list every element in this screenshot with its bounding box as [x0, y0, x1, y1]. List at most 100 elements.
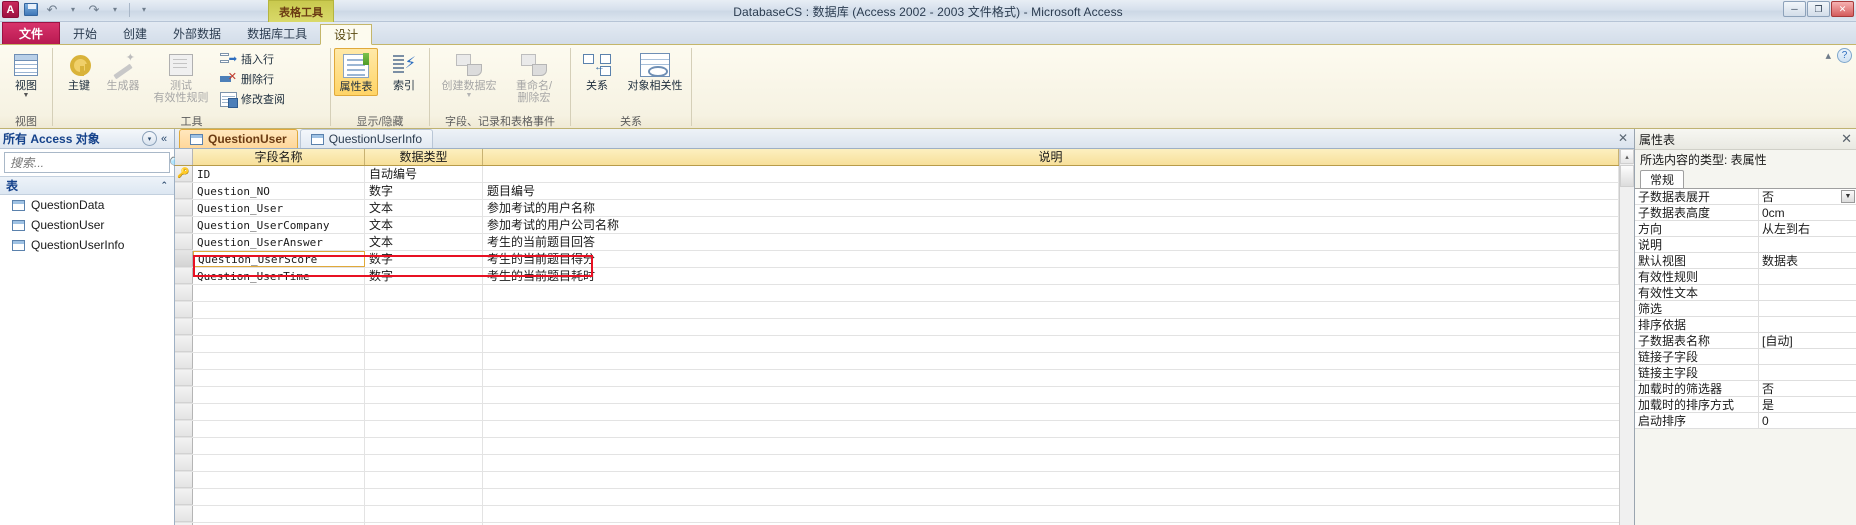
empty-row[interactable] [175, 336, 1619, 353]
property-value[interactable]: 从左到右 [1759, 221, 1856, 236]
modify-lookups-button[interactable]: 修改查阅 [217, 89, 290, 109]
cell-description[interactable]: 考生的当前题目回答 [483, 234, 1619, 250]
empty-row[interactable] [175, 438, 1619, 455]
table-row-selected[interactable]: Question_UserScore 数字 考生的当前题目得分 [175, 251, 1619, 268]
table-row[interactable]: Question_NO 数字 题目编号 [175, 183, 1619, 200]
row-selector[interactable] [175, 200, 193, 216]
property-row[interactable]: 子数据表展开 否 ▼ [1635, 189, 1856, 205]
empty-row[interactable] [175, 404, 1619, 421]
tab-external-data[interactable]: 外部数据 [160, 23, 234, 44]
cell-field-name[interactable]: Question_UserCompany [193, 217, 365, 233]
delete-rows-button[interactable]: ✕ 删除行 [217, 69, 290, 89]
create-data-macros-dropdown-icon[interactable]: ▼ [466, 92, 473, 99]
view-button[interactable]: 视图 ▼ [4, 48, 48, 101]
cell-description[interactable]: 参加考试的用户公司名称 [483, 217, 1619, 233]
navigation-pane-collapse-icon[interactable]: « [157, 133, 171, 145]
property-value[interactable] [1759, 349, 1856, 364]
tab-general[interactable]: 常规 [1640, 170, 1685, 188]
property-value[interactable]: 是 [1759, 397, 1856, 412]
property-value[interactable] [1759, 365, 1856, 380]
cell-field-name[interactable]: Question_NO [193, 183, 365, 199]
property-row[interactable]: 链接子字段 [1635, 349, 1856, 365]
relationships-button[interactable]: ← 关系 [575, 48, 619, 94]
maximize-button[interactable]: ❐ [1807, 1, 1830, 17]
help-icon[interactable]: ? [1837, 48, 1852, 63]
cell-data-type[interactable]: 文本 [365, 200, 483, 216]
minimize-button[interactable]: ─ [1783, 1, 1806, 17]
cell-data-type[interactable]: 自动编号 [365, 166, 483, 182]
close-document-icon[interactable]: ✕ [1618, 131, 1628, 145]
empty-row[interactable] [175, 370, 1619, 387]
property-row[interactable]: 链接主字段 [1635, 365, 1856, 381]
empty-row[interactable] [175, 353, 1619, 370]
property-value[interactable] [1759, 301, 1856, 316]
cell-field-name[interactable]: Question_User [193, 200, 365, 216]
table-row[interactable]: Question_UserCompany 文本 参加考试的用户公司名称 [175, 217, 1619, 234]
search-input[interactable] [8, 154, 169, 171]
create-data-macros-button[interactable]: 创建数据宏 ▼ [436, 48, 502, 101]
property-row[interactable]: 加载时的筛选器 否 [1635, 381, 1856, 397]
empty-row[interactable] [175, 489, 1619, 506]
chevron-down-icon[interactable]: ▼ [1841, 190, 1855, 203]
cell-description[interactable]: 考生的当前题目得分 [483, 251, 1619, 267]
insert-rows-button[interactable]: ➡ 插入行 [217, 49, 290, 69]
close-property-sheet-icon[interactable]: ✕ [1841, 131, 1852, 147]
property-row[interactable]: 筛选 [1635, 301, 1856, 317]
row-selector[interactable]: 🔑 [175, 166, 193, 182]
property-row[interactable]: 有效性文本 [1635, 285, 1856, 301]
empty-row[interactable] [175, 506, 1619, 523]
cell-field-name[interactable]: ID [193, 166, 365, 182]
property-row[interactable]: 默认视图 数据表 [1635, 253, 1856, 269]
table-row[interactable]: Question_UserTime 数字 考生的当前题目耗时 [175, 268, 1619, 285]
row-selector[interactable] [175, 234, 193, 250]
nav-item-questiondata[interactable]: QuestionData [0, 195, 174, 215]
empty-row[interactable] [175, 285, 1619, 302]
row-selector[interactable] [175, 217, 193, 233]
property-value[interactable] [1759, 285, 1856, 300]
cell-data-type[interactable]: 数字 [365, 183, 483, 199]
column-header-data-type[interactable]: 数据类型 [365, 149, 483, 165]
doc-tab-questionuserinfo[interactable]: QuestionUserInfo [299, 129, 434, 148]
navigation-search-box[interactable]: 🔍 [4, 152, 184, 173]
table-row[interactable]: 🔑 ID 自动编号 [175, 166, 1619, 183]
cell-description[interactable]: 题目编号 [483, 183, 1619, 199]
close-button[interactable]: ✕ [1831, 1, 1854, 17]
cell-data-type[interactable]: 数字 [365, 251, 483, 267]
tab-database-tools[interactable]: 数据库工具 [234, 23, 320, 44]
tab-home[interactable]: 开始 [60, 23, 110, 44]
property-sheet-button[interactable]: 属性表 [334, 48, 378, 96]
nav-item-questionuserinfo[interactable]: QuestionUserInfo [0, 235, 174, 255]
empty-row[interactable] [175, 472, 1619, 489]
nav-group-tables[interactable]: 表 ⌃ [0, 176, 174, 195]
document-vertical-scrollbar[interactable]: ▴ [1619, 149, 1634, 525]
view-dropdown-icon[interactable]: ▼ [23, 92, 30, 99]
collapse-ribbon-icon[interactable]: ▴ [1825, 49, 1831, 62]
cell-description[interactable] [483, 166, 1619, 182]
chevron-up-icon[interactable]: ⌃ [160, 180, 168, 191]
cell-field-name[interactable]: Question_UserTime [193, 268, 365, 284]
cell-description[interactable]: 参加考试的用户名称 [483, 200, 1619, 216]
row-selector[interactable] [175, 268, 193, 284]
property-row[interactable]: 子数据表高度 0cm [1635, 205, 1856, 221]
property-value[interactable]: [自动] [1759, 333, 1856, 348]
cell-data-type[interactable]: 文本 [365, 217, 483, 233]
empty-row[interactable] [175, 455, 1619, 472]
property-row[interactable]: 有效性规则 [1635, 269, 1856, 285]
cell-data-type[interactable]: 文本 [365, 234, 483, 250]
indexes-button[interactable]: ⚡ 索引 [382, 48, 426, 94]
primary-key-button[interactable]: 主键 [57, 48, 101, 94]
tab-design[interactable]: 设计 [320, 24, 373, 45]
property-row[interactable]: 子数据表名称 [自动] [1635, 333, 1856, 349]
scroll-up-button[interactable]: ▴ [1620, 149, 1634, 164]
empty-row[interactable] [175, 302, 1619, 319]
property-row[interactable]: 启动排序 0 [1635, 413, 1856, 429]
property-value[interactable]: 否 [1759, 381, 1856, 396]
cell-field-name[interactable]: Question_UserScore [193, 251, 365, 267]
property-row[interactable]: 排序依据 [1635, 317, 1856, 333]
empty-row[interactable] [175, 421, 1619, 438]
property-row[interactable]: 方向 从左到右 [1635, 221, 1856, 237]
cell-description[interactable]: 考生的当前题目耗时 [483, 268, 1619, 284]
tab-create[interactable]: 创建 [110, 23, 160, 44]
tab-file[interactable]: 文件 [2, 22, 61, 44]
property-row[interactable]: 说明 [1635, 237, 1856, 253]
